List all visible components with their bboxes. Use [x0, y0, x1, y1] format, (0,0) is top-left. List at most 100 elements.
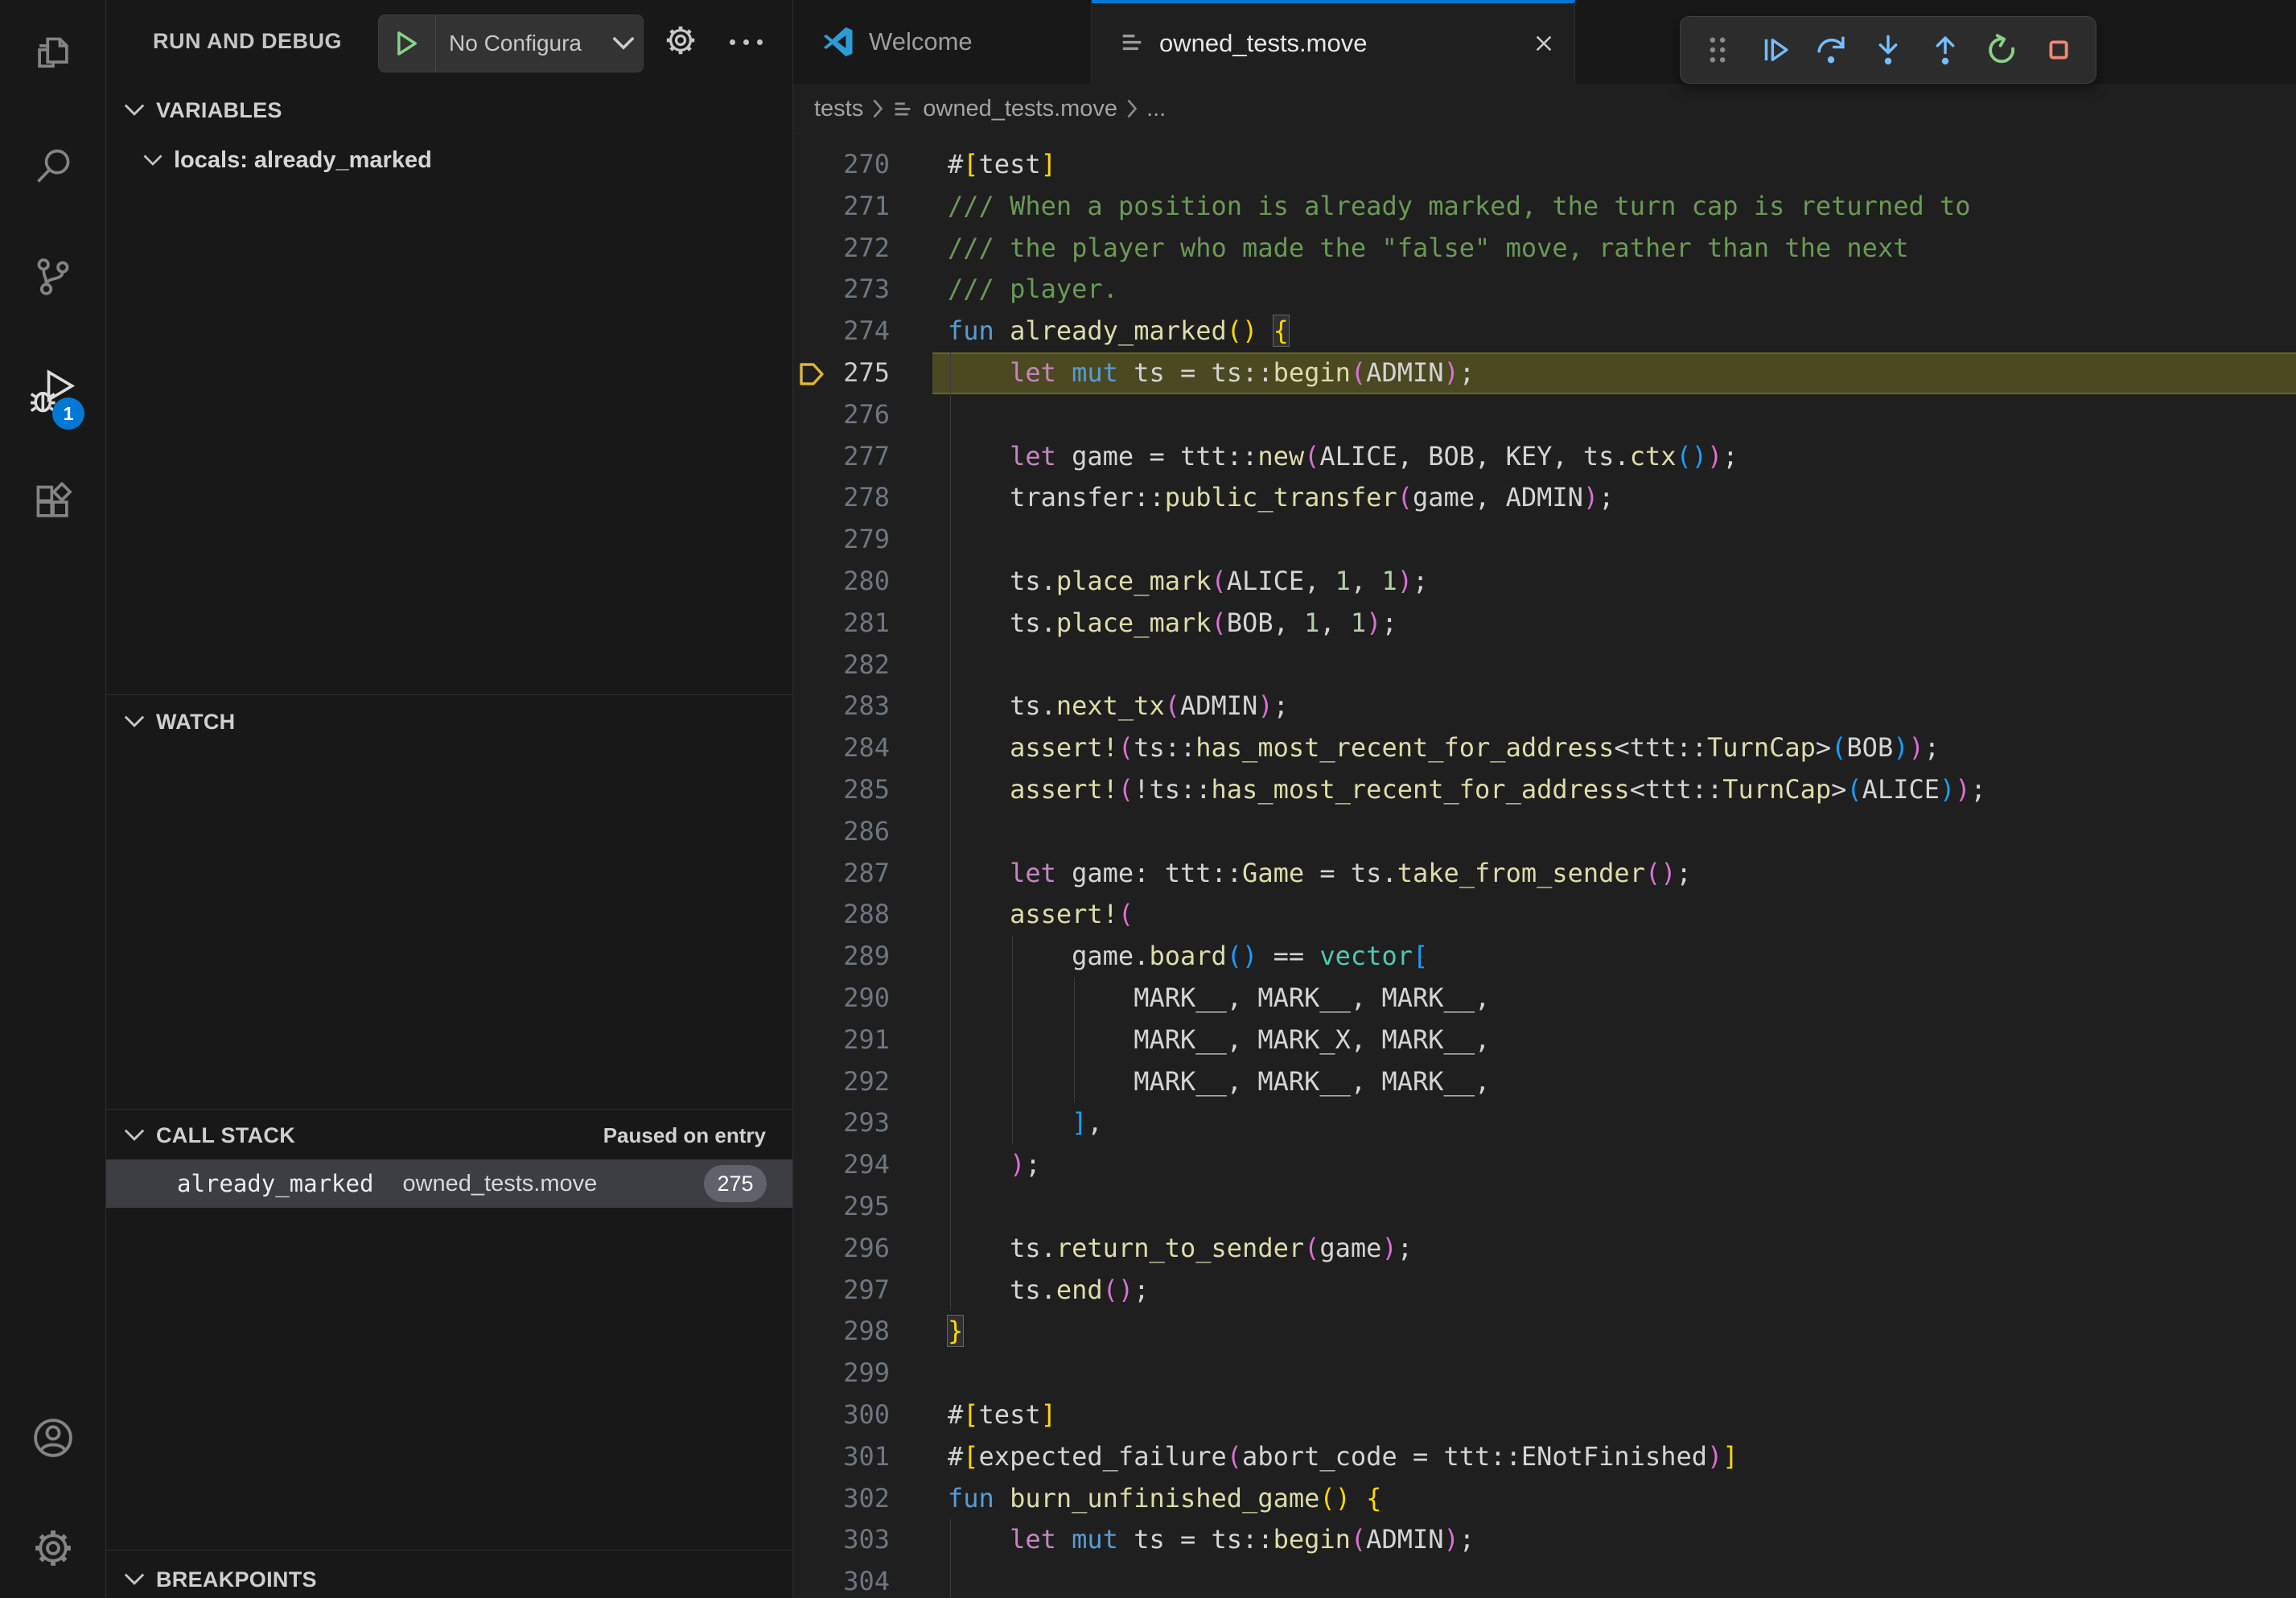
code-line[interactable]: 276	[793, 394, 2296, 436]
line-number[interactable]: 296	[793, 1228, 890, 1270]
code-line[interactable]: 304	[793, 1561, 2296, 1598]
code-line-text[interactable]: #[test]	[948, 144, 1056, 186]
step-into-button[interactable]	[1869, 24, 1907, 76]
line-number[interactable]: 272	[793, 228, 890, 270]
stop-button[interactable]	[2039, 24, 2078, 76]
code-line[interactable]: 300 #[test]	[793, 1394, 2296, 1436]
line-number[interactable]: 297	[793, 1270, 890, 1312]
code-line[interactable]: 287 let game: ttt::Game = ts.take_from_s…	[793, 853, 2296, 895]
code-line[interactable]: 293 ],	[793, 1102, 2296, 1144]
line-number[interactable]: 283	[793, 686, 890, 727]
debug-config-dropdown[interactable]: No Configura	[378, 14, 644, 72]
continue-button[interactable]	[1755, 24, 1794, 76]
code-line-text[interactable]: #[test]	[948, 1394, 1056, 1436]
section-variables[interactable]: VARIABLES	[106, 89, 792, 132]
code-line[interactable]: 301 #[expected_failure(abort_code = ttt::…	[793, 1436, 2296, 1478]
sidebar-item-search[interactable]	[0, 124, 105, 212]
line-number[interactable]: 289	[793, 936, 890, 978]
line-number[interactable]: 284	[793, 727, 890, 769]
code-line-text[interactable]: /// player.	[948, 269, 1118, 311]
line-number[interactable]: 292	[793, 1061, 890, 1103]
line-number[interactable]: 298	[793, 1311, 890, 1353]
line-number[interactable]: 287	[793, 853, 890, 895]
code-line[interactable]: 285 assert!(!ts::has_most_recent_for_add…	[793, 769, 2296, 811]
code-line[interactable]: 284 assert!(ts::has_most_recent_for_addr…	[793, 727, 2296, 769]
code-line[interactable]: 278 transfer::public_transfer(game, ADMI…	[793, 477, 2296, 519]
code-line-text[interactable]: let mut ts = ts::begin(ADMIN);	[948, 1519, 1475, 1561]
line-number[interactable]: 299	[793, 1353, 890, 1394]
more-actions-button[interactable]	[718, 16, 774, 68]
code-line[interactable]: 272/// the player who made the "false" m…	[793, 228, 2296, 270]
line-number[interactable]: 295	[793, 1186, 890, 1228]
line-number[interactable]: 286	[793, 811, 890, 853]
line-number[interactable]: 277	[793, 436, 890, 478]
step-out-button[interactable]	[1926, 24, 1965, 76]
line-number[interactable]: 288	[793, 894, 890, 936]
line-number[interactable]: 294	[793, 1144, 890, 1186]
line-number[interactable]: 293	[793, 1102, 890, 1144]
close-icon[interactable]	[1533, 32, 1555, 55]
code-line[interactable]: 283 ts.next_tx(ADMIN);	[793, 686, 2296, 727]
line-number[interactable]: 282	[793, 645, 890, 686]
code-line[interactable]: 275 let mut ts = ts::begin(ADMIN);	[793, 352, 2296, 394]
line-number[interactable]: 270	[793, 144, 890, 186]
code-line-text[interactable]: MARK__, MARK__, MARK__,	[948, 1061, 1490, 1103]
section-breakpoints[interactable]: BREAKPOINTS	[106, 1558, 792, 1598]
line-number[interactable]: 300	[793, 1394, 890, 1436]
code-line[interactable]: 302fun burn_unfinished_game() {	[793, 1478, 2296, 1520]
line-number[interactable]: 285	[793, 769, 890, 811]
line-number[interactable]: 271	[793, 186, 890, 228]
code-line-text[interactable]: fun burn_unfinished_game() {	[948, 1478, 1381, 1520]
code-line-text[interactable]: transfer::public_transfer(game, ADMIN);	[948, 477, 1614, 519]
code-line[interactable]: 279	[793, 519, 2296, 561]
code-line[interactable]: 286	[793, 811, 2296, 853]
code-line[interactable]: 290 MARK__, MARK__, MARK__,	[793, 978, 2296, 1019]
code-area[interactable]: 270 #[test] 271 /// When a position is alre…	[793, 134, 2296, 1598]
step-over-button[interactable]	[1812, 24, 1850, 76]
code-line[interactable]: 292 MARK__, MARK__, MARK__,	[793, 1061, 2296, 1103]
code-line[interactable]: 280 ts.place_mark(ALICE, 1, 1);	[793, 561, 2296, 603]
code-line[interactable]: 303 let mut ts = ts::begin(ADMIN);	[793, 1519, 2296, 1561]
line-number[interactable]: 301	[793, 1436, 890, 1478]
code-line-text[interactable]: fun already_marked() {	[948, 311, 1289, 352]
line-number[interactable]: 279	[793, 519, 890, 561]
call-stack-frame[interactable]: already_marked owned_tests.move 275	[106, 1159, 792, 1208]
section-call-stack[interactable]: CALL STACK Paused on entry	[106, 1114, 792, 1157]
code-line-text[interactable]: let game: ttt::Game = ts.take_from_sende…	[948, 853, 1692, 895]
tab-welcome[interactable]: Welcome	[793, 0, 1092, 84]
sidebar-item-extensions[interactable]	[0, 459, 105, 548]
breadcrumb-item-tests[interactable]: tests	[814, 96, 863, 122]
sidebar-item-explorer[interactable]	[0, 11, 105, 100]
sidebar-item-source-control[interactable]	[0, 234, 105, 323]
code-line[interactable]: 271 /// When a position is already marked…	[793, 186, 2296, 228]
code-line[interactable]: 296 ts.return_to_sender(game);	[793, 1228, 2296, 1270]
code-line-text[interactable]: MARK__, MARK__, MARK__,	[948, 978, 1490, 1019]
breadcrumb-item-symbol[interactable]: ...	[1146, 96, 1166, 122]
code-line[interactable]: 282	[793, 645, 2296, 686]
code-line-text[interactable]: /// When a position is already marked, t…	[948, 186, 1971, 228]
code-line[interactable]: 295	[793, 1186, 2296, 1228]
line-number[interactable]: 275	[793, 352, 890, 394]
code-line-text[interactable]: ts.end();	[948, 1270, 1149, 1312]
drag-handle[interactable]	[1698, 24, 1737, 76]
debug-settings-button[interactable]	[655, 16, 706, 68]
line-number[interactable]: 280	[793, 561, 890, 603]
code-line-text[interactable]: let game = ttt::new(ALICE, BOB, KEY, ts.…	[948, 436, 1738, 478]
restart-button[interactable]	[1982, 24, 2021, 76]
line-number[interactable]: 276	[793, 394, 890, 436]
code-line-text[interactable]: ts.next_tx(ADMIN);	[948, 686, 1289, 727]
code-line[interactable]: 274 fun already_marked() {	[793, 311, 2296, 352]
code-line-text[interactable]: ts.place_mark(BOB, 1, 1);	[948, 603, 1397, 645]
code-line-text[interactable]: ts.place_mark(ALICE, 1, 1);	[948, 561, 1428, 603]
code-line[interactable]: 270 #[test]	[793, 144, 2296, 186]
code-line-text[interactable]: assert!(	[948, 894, 1134, 936]
code-line-text[interactable]: let mut ts = ts::begin(ADMIN);	[948, 352, 1475, 394]
line-number[interactable]: 278	[793, 477, 890, 519]
code-line-text[interactable]: );	[948, 1144, 1041, 1186]
code-line-text[interactable]: assert!(!ts::has_most_recent_for_address…	[948, 769, 1986, 811]
code-line-text[interactable]: #[expected_failure(abort_code = ttt::ENo…	[948, 1436, 1738, 1478]
start-debug-button[interactable]	[379, 15, 436, 72]
code-line[interactable]: 298}	[793, 1311, 2296, 1353]
line-number[interactable]: 274	[793, 311, 890, 352]
variables-scope-locals[interactable]: locals: already_marked	[106, 138, 792, 182]
